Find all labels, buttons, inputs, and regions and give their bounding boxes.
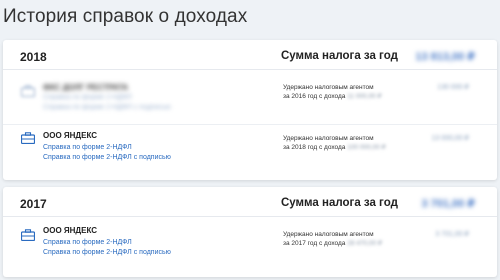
tax-sum-label: Сумма налога за год [281,50,398,62]
agent-period: за 2018 год с дохода 100 000,00 ₽ [283,144,386,151]
year-card-2018: 2018 Сумма налога за год 13 813,00 ₽ ФКС… [3,40,497,180]
briefcase-icon [21,132,35,144]
ndfl-signed-link[interactable]: Справка по форме 2-НДФЛ с подписью [43,154,171,161]
tax-sum-value: 3 701,00 ₽ [421,198,475,210]
list-item: ФКС ДОЛГ РЕСТРАТА Справка по форме 2-НДФ… [3,72,497,122]
ndfl-link[interactable]: Справка по форме 2-НДФЛ [43,94,132,101]
tax-amount: 13 000,00 ₽ [431,135,469,142]
ndfl-link[interactable]: Справка по форме 2-НДФЛ [43,239,132,246]
agent-line: Удержано налоговым агентом [283,84,374,91]
year-label: 2017 [20,197,47,211]
agent-line: Удержано налоговым агентом [283,135,374,142]
year-label: 2018 [20,50,47,64]
agent-line: Удержано налоговым агентом [283,231,374,238]
ndfl-signed-link[interactable]: Справка по форме 2-НДФЛ с подписью [43,104,171,111]
agent-info: Удержано налоговым агентом за 2016 год с… [283,83,382,101]
agent-income: 28 470,00 ₽ [347,240,383,247]
ndfl-link[interactable]: Справка по форме 2-НДФЛ [43,144,132,151]
agent-income: 100 000,00 ₽ [347,144,386,151]
list-item: ООО ЯНДЕКС Справка по форме 2-НДФЛ Справ… [3,126,497,176]
card-header: 2018 Сумма налога за год 13 813,00 ₽ [3,40,497,70]
page-title: История справок о доходах [3,6,248,27]
briefcase-icon [21,85,35,97]
list-item: ООО ЯНДЕКС Справка по форме 2-НДФЛ Справ… [3,221,497,271]
tax-amount: 130 000 ₽ [437,84,469,91]
agent-income: 11 000,00 ₽ [347,93,382,100]
briefcase-icon [21,229,35,241]
tax-sum-value: 13 813,00 ₽ [415,51,475,63]
agent-period: за 2016 год с дохода 11 000,00 ₽ [283,93,382,100]
agent-info: Удержано налоговым агентом за 2018 год с… [283,134,386,152]
card-header: 2017 Сумма налога за год 3 701,00 ₽ [3,187,497,217]
ndfl-signed-link[interactable]: Справка по форме 2-НДФЛ с подписью [43,249,171,256]
divider [3,124,497,125]
org-name: ООО ЯНДЕКС [43,226,98,235]
org-name: ФКС ДОЛГ РЕСТРАТА [43,83,129,92]
tax-sum-label: Сумма налога за год [281,197,398,209]
org-name: ООО ЯНДЕКС [43,131,98,140]
agent-info: Удержано налоговым агентом за 2017 год с… [283,230,382,248]
agent-period: за 2017 год с дохода 28 470,00 ₽ [283,240,383,247]
year-card-2017: 2017 Сумма налога за год 3 701,00 ₽ ООО … [3,187,497,277]
tax-amount: 3 701,00 ₽ [435,231,469,238]
